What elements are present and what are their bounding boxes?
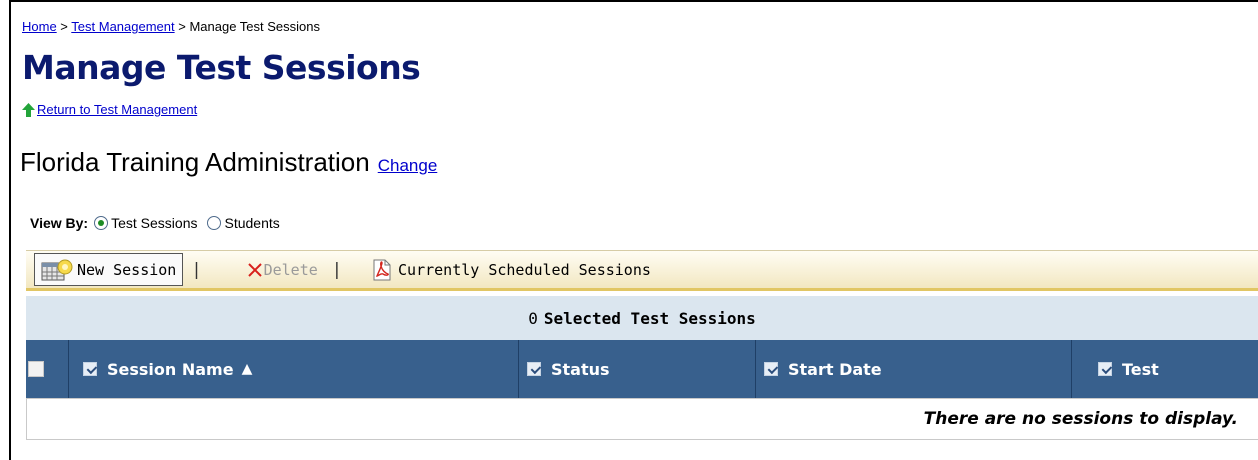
administration-heading: Florida Training Administration Change (20, 146, 437, 182)
breadcrumb-home-link[interactable]: Home (22, 19, 57, 34)
column-toggle-checkbox[interactable] (83, 362, 97, 376)
column-header-start-date[interactable]: Start Date (755, 340, 1071, 398)
pdf-icon (373, 259, 391, 280)
breadcrumb: Home > Test Management > Manage Test Ses… (22, 19, 320, 35)
toolbar-separator: | (191, 259, 202, 280)
delete-label: Delete (263, 260, 318, 279)
toolbar-separator: | (331, 259, 343, 280)
column-header-label: Test (1122, 359, 1159, 379)
column-toggle-checkbox[interactable] (527, 362, 541, 376)
column-header-label: Status (551, 359, 610, 379)
column-header-label: Session Name (107, 359, 234, 379)
view-by-selector: View By: Test Sessions Students (30, 215, 290, 231)
return-link-row: Return to Test Management (22, 102, 197, 118)
view-by-label: View By: (30, 215, 89, 231)
column-toggle-checkbox[interactable] (764, 362, 778, 376)
return-to-test-management-link[interactable]: Return to Test Management (37, 102, 197, 118)
breadcrumb-separator: > (174, 19, 190, 34)
administration-name: Florida Training Administration (20, 147, 370, 177)
sort-ascending-icon: ▲ (241, 361, 253, 377)
empty-table-message: There are no sessions to display. (26, 398, 1258, 440)
new-session-button[interactable]: New Session (34, 253, 184, 286)
select-all-checkbox[interactable] (28, 361, 44, 377)
sessions-table-header: Session Name ▲ Status Start Date Test (26, 340, 1258, 398)
new-session-label: New Session (77, 260, 177, 279)
currently-scheduled-sessions-button[interactable]: Currently Scheduled Sessions (350, 259, 651, 281)
column-header-label: Start Date (788, 359, 882, 379)
breadcrumb-current: Manage Test Sessions (189, 19, 321, 34)
selected-label: Selected Test Sessions (543, 308, 756, 328)
selected-count-bar: 0 Selected Test Sessions (26, 296, 1258, 340)
column-header-status[interactable]: Status (518, 340, 755, 398)
column-header-test[interactable]: Test (1071, 340, 1258, 398)
view-by-test-sessions-radio[interactable] (94, 216, 109, 230)
view-by-students-label[interactable]: Students (224, 215, 279, 231)
delete-button[interactable]: Delete (247, 260, 318, 279)
view-by-test-sessions-label[interactable]: Test Sessions (111, 215, 197, 231)
change-administration-link[interactable]: Change (378, 156, 438, 175)
page-title: Manage Test Sessions (22, 48, 421, 87)
column-header-session-name[interactable]: Session Name ▲ (68, 340, 518, 398)
column-toggle-checkbox[interactable] (1098, 362, 1112, 376)
breadcrumb-separator: > (56, 19, 72, 34)
breadcrumb-test-management-link[interactable]: Test Management (71, 19, 174, 34)
session-toolbar: New Session | Delete | Currently Schedul… (26, 250, 1258, 291)
currently-scheduled-sessions-label: Currently Scheduled Sessions (398, 260, 651, 279)
delete-x-icon (247, 262, 262, 277)
view-by-students-radio[interactable] (207, 216, 222, 230)
selected-count: 0 (528, 308, 538, 328)
up-arrow-icon (22, 103, 35, 117)
calendar-add-icon (41, 259, 73, 280)
